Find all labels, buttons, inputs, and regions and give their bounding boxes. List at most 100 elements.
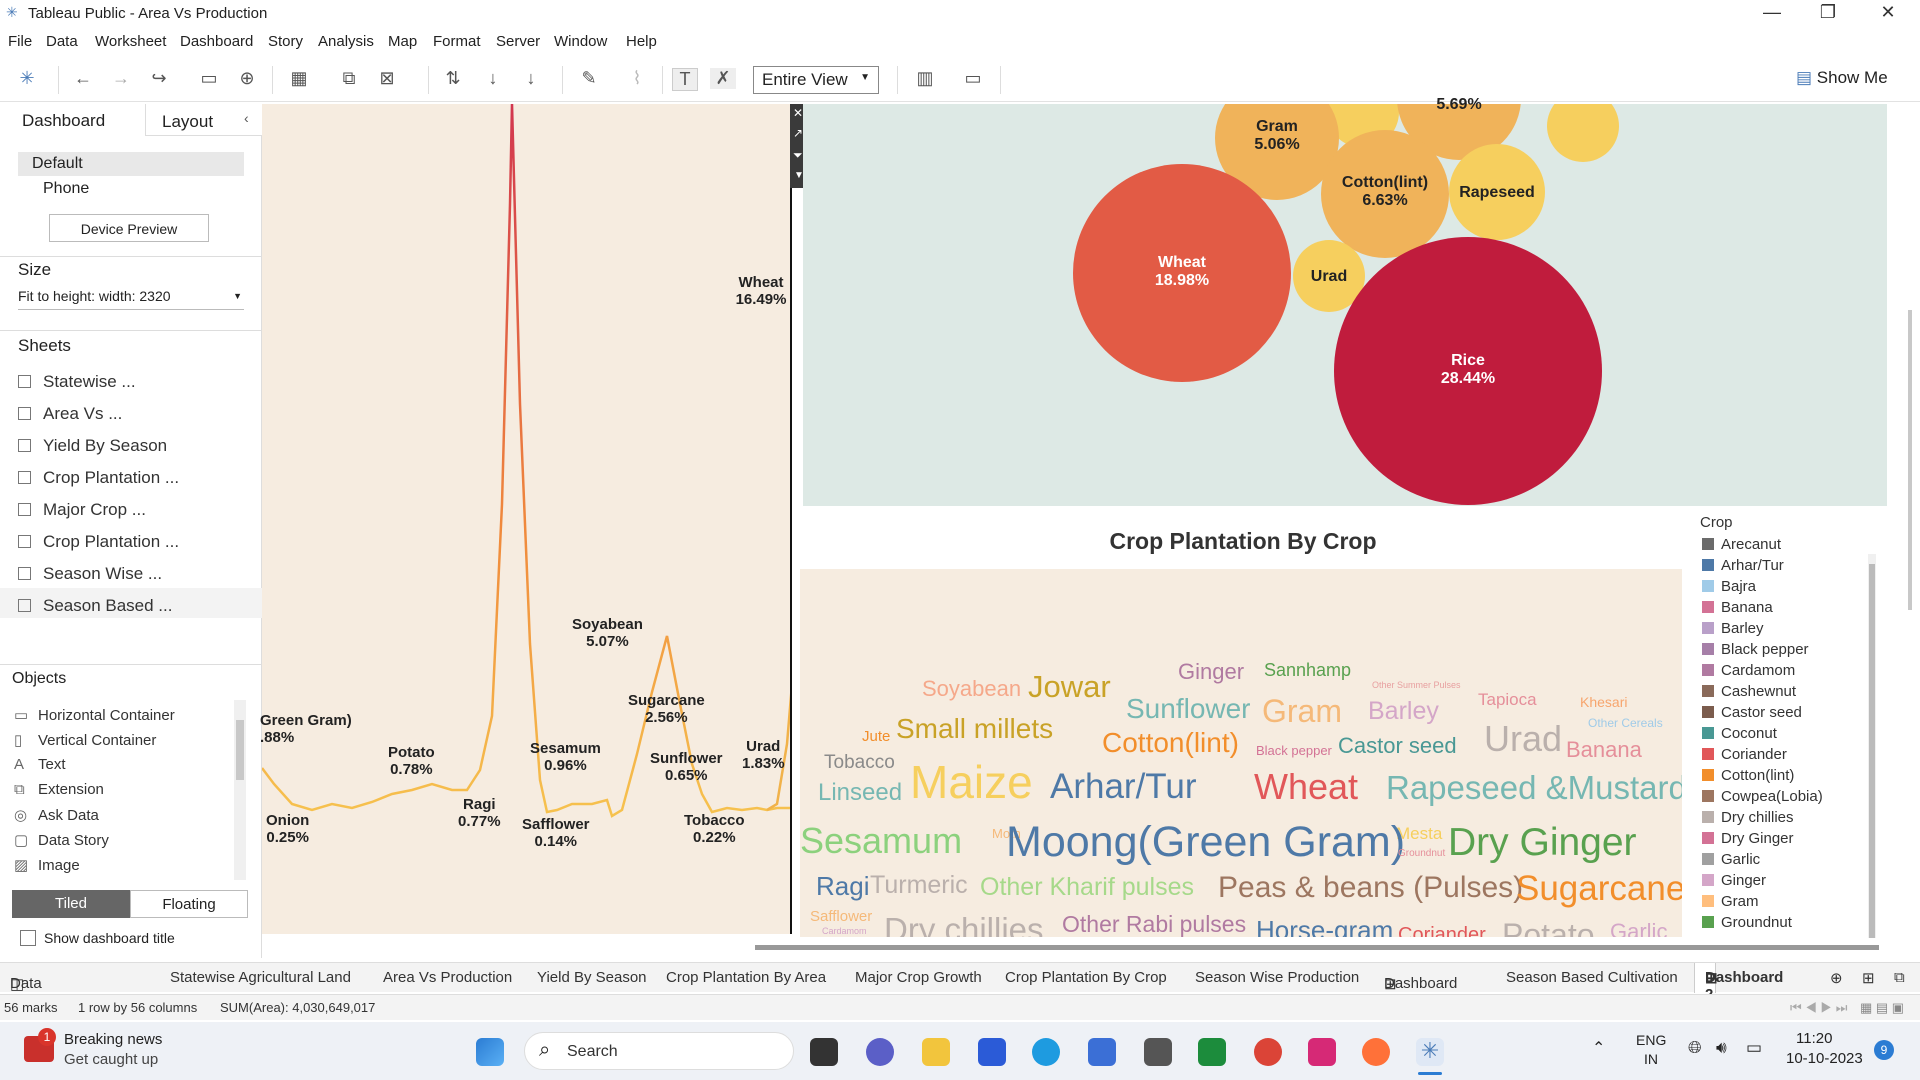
horizontal-scrollbar[interactable]: [755, 945, 1879, 950]
sheet-item[interactable]: Yield By Season: [18, 436, 167, 456]
cloud-word[interactable]: Cotton(lint): [1102, 729, 1239, 757]
cloud-word[interactable]: Urad: [1484, 721, 1562, 757]
cloud-word[interactable]: Sannhamp: [1264, 661, 1351, 679]
cloud-word[interactable]: Rapeseed &Mustard: [1386, 771, 1682, 804]
close-icon[interactable]: ✕: [1868, 2, 1908, 23]
cloud-word[interactable]: Other Cereals: [1588, 717, 1663, 729]
cloud-word[interactable]: Sunflower: [1126, 695, 1251, 723]
tab-dashboard[interactable]: Dashboard: [0, 104, 146, 136]
device-preview-button[interactable]: Device Preview: [49, 214, 209, 242]
sheet-item[interactable]: Crop Plantation ...: [18, 532, 179, 552]
menu-help[interactable]: Help: [626, 33, 657, 50]
cloud-word[interactable]: Sesamum: [800, 823, 962, 859]
legend-item[interactable]: Dry chillies: [1702, 809, 1794, 826]
cloud-word[interactable]: Tapioca: [1478, 691, 1537, 708]
cards-icon[interactable]: ▥: [912, 68, 938, 89]
cloud-word[interactable]: Ginger: [1178, 661, 1244, 683]
sheet-item[interactable]: Area Vs ...: [18, 404, 122, 424]
minimize-icon[interactable]: —: [1752, 2, 1792, 23]
object-item[interactable]: ⧉ Extension: [14, 781, 104, 798]
cloud-word[interactable]: Dry chillies: [884, 913, 1044, 937]
objects-scrollbar[interactable]: [234, 700, 246, 880]
cloud-word[interactable]: Black pepper: [1256, 744, 1332, 757]
menu-format[interactable]: Format: [433, 33, 481, 50]
file-explorer-icon[interactable]: [922, 1038, 950, 1066]
tab-sheet[interactable]: Yield By Season: [537, 969, 647, 986]
object-item[interactable]: ▯ Vertical Container: [14, 731, 156, 749]
menu-file[interactable]: File: [8, 33, 32, 50]
chrome-icon[interactable]: [1254, 1038, 1282, 1066]
dashboard-scrollbar[interactable]: [1908, 310, 1912, 610]
legend-item[interactable]: Bajra: [1702, 578, 1756, 595]
object-item[interactable]: ◎ Ask Data: [14, 806, 99, 824]
store-icon[interactable]: [1088, 1038, 1116, 1066]
cloud-word[interactable]: Jowar: [1028, 671, 1111, 702]
menu-server[interactable]: Server: [496, 33, 540, 50]
cloud-word[interactable]: Dry Ginger: [1448, 823, 1637, 862]
restore-icon[interactable]: ❐: [1808, 2, 1848, 23]
new-worksheet-icon[interactable]: ▦: [286, 68, 312, 89]
cloud-word[interactable]: Gram: [1262, 695, 1342, 727]
cloud-word[interactable]: Coriander: [1398, 925, 1486, 937]
cloud-word[interactable]: Maize: [910, 759, 1033, 805]
remove-icon[interactable]: ✕: [793, 106, 803, 120]
cloud-word[interactable]: Potato: [1502, 919, 1595, 937]
cloud-word[interactable]: Other Kharif pulses: [980, 875, 1194, 900]
tiled-button[interactable]: Tiled: [12, 890, 130, 918]
legend-item[interactable]: Cashewnut: [1702, 683, 1796, 700]
cloud-word[interactable]: Wheat: [1254, 769, 1358, 805]
line-chart-area-vs-production[interactable]: Green Gram) .88% Onion 0.25% Potato 0.78% R…: [260, 103, 827, 934]
cloud-word[interactable]: Groundnut: [1398, 849, 1445, 859]
tab-sheet[interactable]: Area Vs Production: [383, 969, 512, 986]
save-icon[interactable]: ▭: [196, 68, 222, 89]
cloud-word[interactable]: Other Rabi pulses: [1062, 913, 1246, 936]
tab-sheet[interactable]: Major Crop Growth: [855, 969, 982, 986]
new-data-source-icon[interactable]: ⊕: [234, 68, 260, 89]
cloud-word[interactable]: Khesari: [1580, 695, 1627, 709]
go-to-sheet-icon[interactable]: ↗: [793, 126, 803, 140]
cloud-word[interactable]: Arhar/Tur: [1050, 769, 1197, 804]
legend-scrollbar[interactable]: [1868, 554, 1876, 938]
cloud-word[interactable]: Turmeric: [870, 873, 968, 898]
task-view-icon[interactable]: [810, 1038, 838, 1066]
menu-analysis[interactable]: Analysis: [318, 33, 374, 50]
highlight-icon[interactable]: ✎: [576, 68, 602, 89]
cloud-word[interactable]: Sugarcane: [1516, 871, 1682, 906]
cloud-word[interactable]: Other Summer Pulses: [1372, 681, 1461, 690]
legend-item[interactable]: Cowpea(Lobia): [1702, 788, 1823, 805]
cloud-word[interactable]: Barley: [1368, 699, 1439, 724]
replay-icon[interactable]: ↪: [146, 68, 172, 89]
size-select[interactable]: Fit to height: width: 2320 ▼: [18, 286, 244, 310]
cloud-word[interactable]: Horse-gram: [1256, 917, 1393, 937]
sheet-item[interactable]: Season Based ...: [18, 596, 172, 616]
app-icon[interactable]: [1144, 1038, 1172, 1066]
volume-icon[interactable]: 🔊︎: [1716, 1038, 1727, 1058]
network-icon[interactable]: 🌐︎: [1688, 1038, 1702, 1058]
filter-icon[interactable]: ⏷: [793, 148, 803, 163]
bubble-chart[interactable]: Gram 5.06% 5.69% Cotton(lint) 6.63% Rapese…: [803, 96, 1887, 506]
legend-item[interactable]: Groundnut: [1702, 914, 1792, 931]
cloud-word[interactable]: Moong(Green Gram): [1006, 821, 1405, 864]
cloud-word[interactable]: Peas & beans (Pulses): [1218, 873, 1523, 903]
xbox-icon[interactable]: [1198, 1038, 1226, 1066]
chevron-up-icon[interactable]: ⌃: [1592, 1038, 1605, 1058]
cloud-word[interactable]: Castor seed: [1338, 735, 1457, 757]
sheet-item[interactable]: Season Wise ...: [18, 564, 162, 584]
tab-layout[interactable]: Layout ‹: [146, 104, 262, 136]
show-labels-icon[interactable]: T: [672, 68, 698, 91]
swap-icon[interactable]: ⇅: [440, 68, 466, 89]
group-icon[interactable]: ⌇: [624, 68, 650, 89]
sheet-sorter-icon[interactable]: ▦ ▤ ▣: [1860, 1000, 1904, 1016]
cloud-word[interactable]: Jute: [862, 729, 890, 744]
cloud-word[interactable]: Banana: [1566, 739, 1642, 761]
cloud-word[interactable]: Ragi: [816, 873, 869, 899]
windows-start-icon[interactable]: [476, 1038, 504, 1066]
legend-item[interactable]: Coconut: [1702, 725, 1777, 742]
tab-sheet[interactable]: Season Wise Production: [1195, 969, 1359, 986]
tab-sheet[interactable]: Crop Plantation By Crop: [1005, 969, 1167, 986]
sheet-item[interactable]: Statewise ...: [18, 372, 136, 392]
legend-item[interactable]: Arhar/Tur: [1702, 557, 1784, 574]
object-item[interactable]: ▨ Image: [14, 856, 80, 874]
instagram-icon[interactable]: [1308, 1038, 1336, 1066]
cloud-word[interactable]: Garlic: [1610, 921, 1667, 938]
